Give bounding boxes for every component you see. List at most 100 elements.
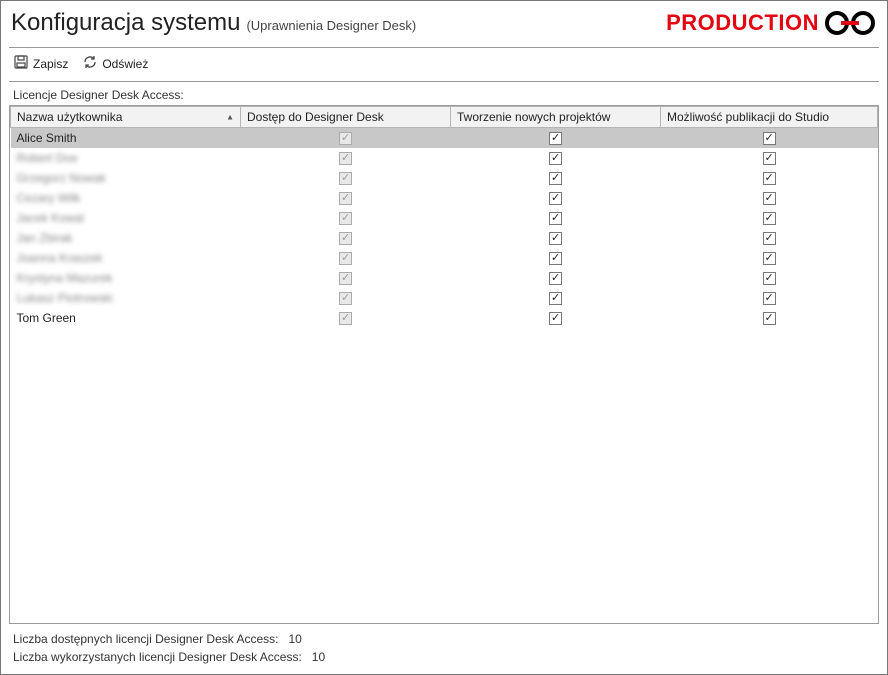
check-icon: ✓ <box>341 252 350 265</box>
check-icon: ✓ <box>765 232 774 245</box>
access-checkbox: ✓ <box>339 312 352 325</box>
check-icon: ✓ <box>765 192 774 205</box>
table-row[interactable]: Cezary Wilk ✓ ✓ ✓ <box>11 188 878 208</box>
check-icon: ✓ <box>551 192 560 205</box>
section-label: Licencje Designer Desk Access: <box>9 82 879 105</box>
user-name: Tom Green <box>17 311 76 325</box>
create-cell: ✓ <box>451 208 661 228</box>
table-row[interactable]: Jan Zbirak✓✓✓ <box>11 228 878 248</box>
access-cell: ✓ <box>241 128 451 148</box>
available-licenses-label: Liczba dostępnych licencji Designer Desk… <box>13 632 278 646</box>
check-icon: ✓ <box>551 232 560 245</box>
create-cell: ✓ <box>451 168 661 188</box>
check-icon: ✓ <box>765 132 774 145</box>
create-checkbox[interactable]: ✓ <box>549 272 562 285</box>
create-cell: ✓ <box>451 128 661 148</box>
column-header-user[interactable]: Nazwa użytkownika ▲ <box>11 107 241 128</box>
column-header-access[interactable]: Dostęp do Designer Desk <box>241 107 451 128</box>
publish-checkbox[interactable]: ✓ <box>763 312 776 325</box>
user-name: Krystyna Mazurek <box>17 271 113 285</box>
check-icon: ✓ <box>341 272 350 285</box>
table-row[interactable]: Alice Smith ✓ ✓ ✓ <box>11 128 878 148</box>
publish-checkbox[interactable]: ✓ <box>763 192 776 205</box>
table-row[interactable]: Lukasz Piotrowski ✓ ✓ ✓ <box>11 288 878 308</box>
grid-empty-space <box>10 328 878 624</box>
create-checkbox[interactable]: ✓ <box>549 292 562 305</box>
publish-checkbox[interactable]: ✓ <box>763 132 776 145</box>
table-row[interactable]: Krystyna Mazurek ✓ ✓ ✓ <box>11 268 878 288</box>
column-header-publish[interactable]: Możliwość publikacji do Studio <box>661 107 878 128</box>
save-button[interactable]: Zapisz <box>13 54 68 73</box>
user-cell: Grzegorz Nowak <box>11 168 241 188</box>
publish-checkbox[interactable]: ✓ <box>763 172 776 185</box>
check-icon: ✓ <box>551 252 560 265</box>
create-cell: ✓ <box>451 228 661 248</box>
user-name: Cezary Wilk <box>17 191 81 205</box>
access-checkbox: ✓ <box>339 152 352 165</box>
used-licenses-row: Liczba wykorzystanych licencji Designer … <box>13 648 875 666</box>
access-cell: ✓ <box>241 188 451 208</box>
publish-checkbox[interactable]: ✓ <box>763 212 776 225</box>
user-cell: Lukasz Piotrowski <box>11 288 241 308</box>
content-area: Licencje Designer Desk Access: Nazwa uży… <box>9 82 879 666</box>
column-header-user-label: Nazwa użytkownika <box>17 110 122 124</box>
user-name: Jacek Kowal <box>17 211 84 225</box>
access-checkbox: ✓ <box>339 172 352 185</box>
create-checkbox[interactable]: ✓ <box>549 232 562 245</box>
user-cell: Jacek Kowal <box>11 208 241 228</box>
publish-cell: ✓ <box>661 208 878 228</box>
check-icon: ✓ <box>341 232 350 245</box>
publish-cell: ✓ <box>661 268 878 288</box>
user-cell: Alice Smith <box>11 128 241 148</box>
publish-checkbox[interactable]: ✓ <box>763 292 776 305</box>
check-icon: ✓ <box>341 312 350 325</box>
toolbar: Zapisz Odśwież <box>9 47 879 82</box>
brand-block: PRODUCTION <box>666 10 877 36</box>
publish-checkbox[interactable]: ✓ <box>763 252 776 265</box>
available-licenses-row: Liczba dostępnych licencji Designer Desk… <box>13 630 875 648</box>
licenses-table: Nazwa użytkownika ▲ Dostęp do Designer D… <box>10 106 878 328</box>
check-icon: ✓ <box>551 312 560 325</box>
column-header-create[interactable]: Tworzenie nowych projektów <box>451 107 661 128</box>
create-checkbox[interactable]: ✓ <box>549 172 562 185</box>
create-checkbox[interactable]: ✓ <box>549 212 562 225</box>
check-icon: ✓ <box>341 192 350 205</box>
access-cell: ✓ <box>241 288 451 308</box>
table-row[interactable]: Robert Doe✓✓✓ <box>11 148 878 168</box>
check-icon: ✓ <box>765 312 774 325</box>
create-checkbox[interactable]: ✓ <box>549 312 562 325</box>
refresh-button[interactable]: Odśwież <box>82 54 148 73</box>
user-cell: Cezary Wilk <box>11 188 241 208</box>
publish-cell: ✓ <box>661 188 878 208</box>
create-checkbox[interactable]: ✓ <box>549 192 562 205</box>
table-row[interactable]: Joanna Kraszek✓✓✓ <box>11 248 878 268</box>
access-cell: ✓ <box>241 228 451 248</box>
create-cell: ✓ <box>451 248 661 268</box>
access-cell: ✓ <box>241 208 451 228</box>
brand-logo-icon <box>823 10 877 36</box>
app-window: Konfiguracja systemu (Uprawnienia Design… <box>0 0 888 675</box>
check-icon: ✓ <box>765 252 774 265</box>
page-subtitle: (Uprawnienia Designer Desk) <box>246 18 416 33</box>
publish-cell: ✓ <box>661 308 878 328</box>
access-checkbox: ✓ <box>339 132 352 145</box>
page-title: Konfiguracja systemu <box>11 9 240 37</box>
publish-checkbox[interactable]: ✓ <box>763 152 776 165</box>
table-row[interactable]: Grzegorz Nowak ✓ ✓ ✓ <box>11 168 878 188</box>
check-icon: ✓ <box>551 272 560 285</box>
check-icon: ✓ <box>765 172 774 185</box>
table-row[interactable]: Tom Green ✓ ✓ ✓ <box>11 308 878 328</box>
footer: Liczba dostępnych licencji Designer Desk… <box>9 624 879 666</box>
check-icon: ✓ <box>341 292 350 305</box>
create-cell: ✓ <box>451 148 661 168</box>
access-checkbox: ✓ <box>339 232 352 245</box>
create-checkbox[interactable]: ✓ <box>549 252 562 265</box>
publish-cell: ✓ <box>661 128 878 148</box>
create-checkbox[interactable]: ✓ <box>549 152 562 165</box>
create-checkbox[interactable]: ✓ <box>549 132 562 145</box>
publish-checkbox[interactable]: ✓ <box>763 232 776 245</box>
publish-cell: ✓ <box>661 228 878 248</box>
table-row[interactable]: Jacek Kowal ✓ ✓ ✓ <box>11 208 878 228</box>
publish-checkbox[interactable]: ✓ <box>763 272 776 285</box>
licenses-grid: Nazwa użytkownika ▲ Dostęp do Designer D… <box>9 105 879 624</box>
